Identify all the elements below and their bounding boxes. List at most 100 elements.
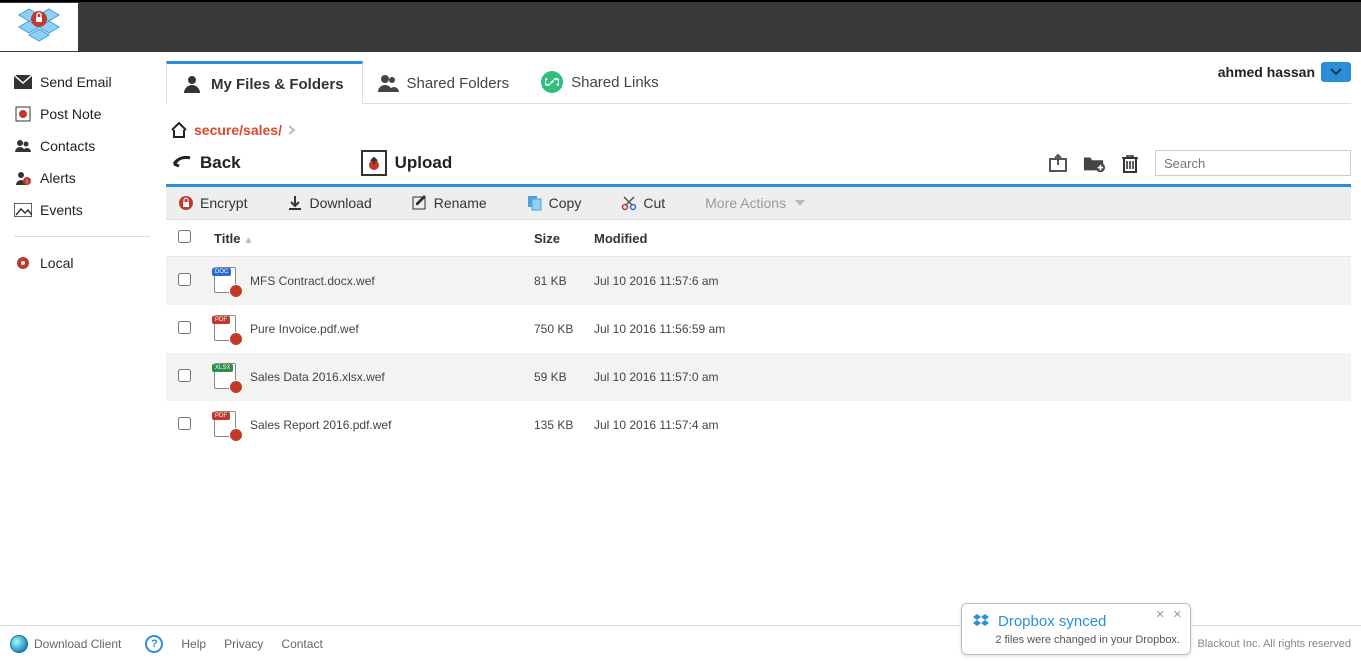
breadcrumb: secure/sales/: [166, 104, 1351, 150]
back-label: Back: [200, 153, 241, 173]
sidebar-item-local[interactable]: Local: [14, 247, 150, 279]
chevron-right-icon: [288, 125, 296, 135]
column-modified[interactable]: Modified: [594, 231, 1339, 246]
tab-my-files[interactable]: My Files & Folders: [166, 61, 363, 104]
main-area: My Files & Folders Shared Folders Shared…: [160, 56, 1361, 449]
scissors-icon: [621, 195, 637, 211]
toolbar-label: Copy: [549, 195, 582, 211]
table-row[interactable]: PDFPure Invoice.pdf.wef750 KBJul 10 2016…: [166, 305, 1351, 353]
more-actions-button[interactable]: More Actions: [705, 195, 808, 211]
toolbar-label: Cut: [643, 195, 665, 211]
envelope-icon: [14, 74, 32, 90]
encrypt-button[interactable]: Encrypt: [178, 195, 247, 211]
file-pdf-icon: PDF: [214, 411, 240, 439]
toast-close-icon[interactable]: ✕: [1173, 608, 1182, 621]
sidebar-item-contacts[interactable]: Contacts: [14, 130, 150, 162]
toast-subtitle: 2 files were changed in your Dropbox.: [972, 634, 1180, 646]
toolbar-label: More Actions: [705, 195, 786, 211]
file-doc-icon: DOC: [214, 267, 240, 295]
sidebar-item-label: Events: [40, 202, 83, 218]
file-xlsx-icon: XLSX: [214, 363, 240, 391]
file-modified: Jul 10 2016 11:56:59 am: [594, 322, 1339, 336]
help-icon[interactable]: ?: [145, 635, 163, 653]
file-pdf-icon: PDF: [214, 315, 240, 343]
tab-shared-links[interactable]: Shared Links: [527, 61, 677, 103]
copy-button[interactable]: Copy: [527, 195, 582, 211]
sidebar-item-label: Local: [40, 255, 73, 271]
copy-icon: [527, 195, 543, 211]
file-name: Pure Invoice.pdf.wef: [250, 322, 359, 336]
select-all-checkbox[interactable]: [178, 230, 191, 243]
table-header: Title▲ Size Modified: [166, 220, 1351, 257]
sidebar-item-label: Send Email: [40, 74, 112, 90]
table-row[interactable]: PDF Sales Report 2016.pdf.wef 135 KBJul 10…: [166, 401, 1351, 449]
back-arrow-icon: [170, 156, 192, 170]
sidebar-item-post-note[interactable]: Post Note: [14, 98, 150, 130]
user-menu[interactable]: ahmed hassan: [1218, 62, 1351, 82]
tabs: My Files & Folders Shared Folders Shared…: [166, 56, 1351, 104]
alert-icon: !: [14, 170, 32, 186]
back-button[interactable]: Back: [170, 153, 241, 173]
share-up-icon[interactable]: [1047, 153, 1069, 173]
row-checkbox[interactable]: [178, 369, 191, 382]
sidebar-item-label: Post Note: [40, 106, 101, 122]
table-row[interactable]: DOCMFS Contract.docx.wef81 KBJul 10 2016…: [166, 257, 1351, 305]
sidebar-item-label: Contacts: [40, 138, 95, 154]
file-modified: Jul 10 2016 11:57:0 am: [594, 370, 1339, 384]
download-button[interactable]: Download: [287, 195, 371, 211]
footer-help-link[interactable]: Help: [181, 637, 206, 651]
footer-contact-link[interactable]: Contact: [281, 637, 322, 651]
tab-label: My Files & Folders: [211, 76, 344, 93]
row-checkbox[interactable]: [178, 417, 191, 430]
toolbar-label: Download: [309, 195, 371, 211]
sync-toast: ✕ ✕ Dropbox synced 2 files were changed …: [961, 603, 1191, 655]
top-bar: [0, 0, 1361, 52]
app-logo[interactable]: [0, 3, 78, 51]
home-icon[interactable]: [170, 122, 188, 138]
download-icon: [287, 195, 303, 211]
encrypt-icon: [178, 195, 194, 211]
row-checkbox[interactable]: [178, 273, 191, 286]
file-name: Sales Data 2016.xlsx.wef: [250, 370, 385, 384]
toast-settings-icon[interactable]: ✕: [1156, 608, 1165, 621]
download-client-link[interactable]: Download Client: [10, 635, 121, 653]
column-title[interactable]: Title▲: [214, 231, 534, 246]
search-input[interactable]: [1155, 150, 1351, 176]
caret-down-icon: [792, 195, 808, 211]
people-icon: [377, 73, 399, 93]
person-icon: [181, 74, 203, 94]
cut-button[interactable]: Cut: [621, 195, 665, 211]
dropbox-lock-icon: [15, 3, 63, 51]
sidebar-item-label: Alerts: [40, 170, 76, 186]
toast-title: Dropbox synced: [998, 613, 1180, 630]
file-toolbar: Encrypt Download Rename Copy Cut More Ac…: [166, 187, 1351, 220]
column-size[interactable]: Size: [534, 231, 594, 246]
rename-button[interactable]: Rename: [412, 195, 487, 211]
tab-shared-folders[interactable]: Shared Folders: [363, 63, 528, 103]
file-name: Sales Report 2016.pdf.wef: [250, 418, 391, 432]
people-icon: [14, 138, 32, 154]
table-row[interactable]: XLSX Sales Data 2016.xlsx.wef 59 KBJul 10 …: [166, 353, 1351, 401]
file-size: 135 KB: [534, 418, 594, 432]
disk-icon: [14, 255, 32, 271]
trash-icon[interactable]: [1119, 153, 1141, 173]
sidebar-item-events[interactable]: Events: [14, 194, 150, 226]
upload-button[interactable]: Upload: [361, 150, 453, 176]
row-checkbox[interactable]: [178, 321, 191, 334]
sidebar-item-alerts[interactable]: ! Alerts: [14, 162, 150, 194]
action-row: Back Upload: [166, 150, 1351, 187]
link-icon: [541, 71, 563, 93]
rename-icon: [412, 195, 428, 211]
sidebar: Send Email Post Note Contacts ! Alerts E…: [0, 52, 160, 289]
chevron-down-icon: [1321, 62, 1351, 82]
footer-privacy-link[interactable]: Privacy: [224, 637, 263, 651]
right-action-icons: [1047, 150, 1351, 176]
breadcrumb-path[interactable]: secure/sales/: [194, 122, 282, 138]
new-folder-icon[interactable]: [1083, 153, 1105, 173]
sort-asc-icon: ▲: [244, 235, 254, 246]
footer-copyright: Blackout Inc. All rights reserved: [1198, 638, 1351, 650]
file-size: 59 KB: [534, 370, 594, 384]
file-modified: Jul 10 2016 11:57:4 am: [594, 418, 1339, 432]
sidebar-item-send-email[interactable]: Send Email: [14, 66, 150, 98]
toolbar-label: Encrypt: [200, 195, 247, 211]
